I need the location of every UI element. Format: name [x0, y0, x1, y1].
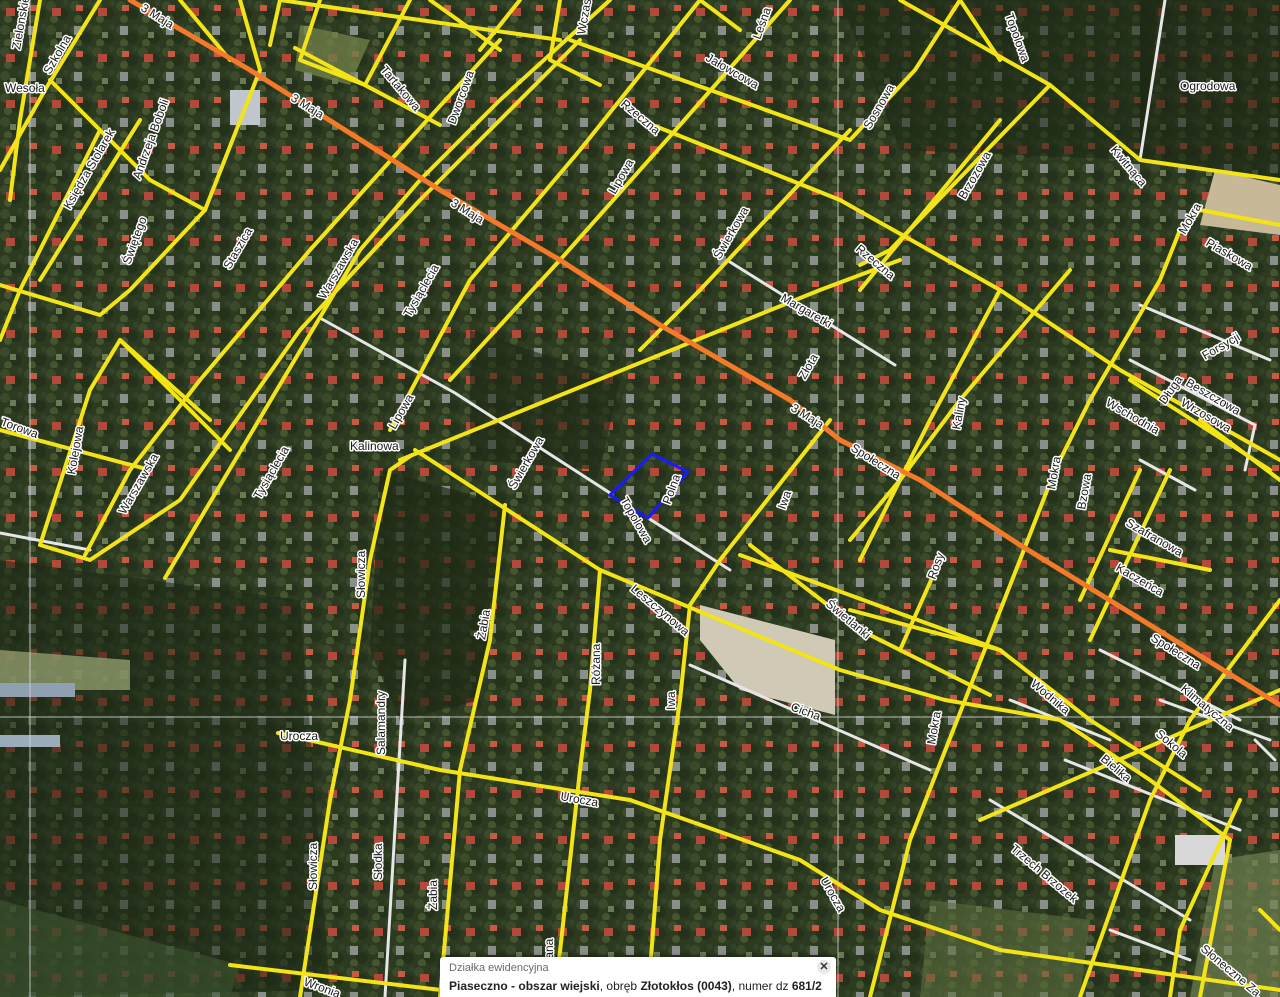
road-label-rozana-1: Różana [589, 643, 603, 685]
popup-details: Piaseczno - obszar wiejski, obręb Złotok… [449, 979, 822, 993]
map-viewport[interactable]: 3 Maja 3 Maja 3 Maja 3 Maja Społeczna Społecz… [0, 0, 1280, 997]
road-label-wesola: Wesoła [5, 81, 45, 95]
road-label-ogrodowa: Ogrodowa [1180, 79, 1236, 93]
popup-precinct-prefix: , obręb [599, 979, 641, 993]
parcel-info-popup: Działka ewidencyjna ✕ Piaseczno - obszar… [440, 957, 836, 997]
road-label-urocza-1: Urocza [280, 729, 318, 743]
popup-region: Piaseczno - obszar wiejski [449, 979, 600, 993]
map-canvas[interactable]: 3 Maja3 Maja3 Maja3 MajaSpołecznaSpołecz… [0, 0, 1280, 997]
road-label-zabia-2: Żabia [426, 880, 440, 910]
building [0, 683, 75, 697]
popup-parcel-number: 681/2 [791, 979, 822, 993]
road-label-slowicza-2: Słowicza [306, 842, 320, 890]
close-icon[interactable]: ✕ [817, 960, 831, 974]
popup-title: Działka ewidencyjna [449, 962, 549, 974]
popup-number-prefix: , numer dz [731, 979, 792, 993]
road-label-slowicza-1: Słowicza [354, 550, 368, 598]
road-label-slodka: Słodka [371, 843, 385, 880]
road-label-iwa-2: Iwa [664, 691, 678, 710]
road-label-kalinowa: Kalinowa [350, 439, 399, 453]
road-label-salamandry: Salamandry [374, 691, 388, 755]
popup-precinct: Złotokłos (0043) [640, 979, 732, 993]
